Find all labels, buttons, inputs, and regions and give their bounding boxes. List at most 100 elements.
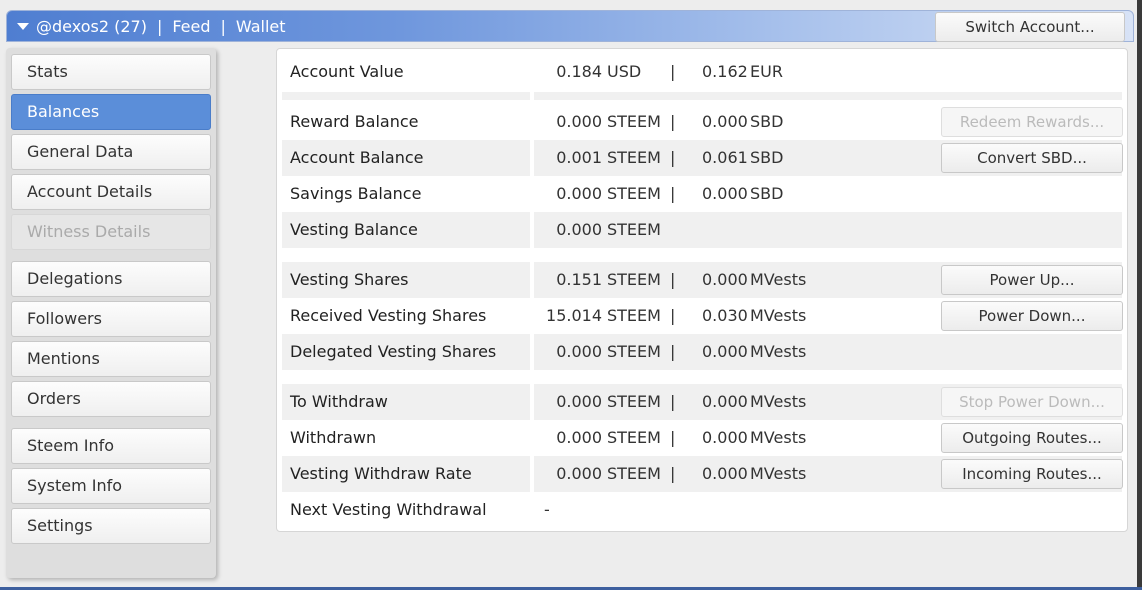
app-window: @dexos2 (27) | Feed | Wallet Switch Acco… — [0, 0, 1142, 590]
amount-secondary: 0.030 — [702, 306, 748, 325]
row-delegated-vesting-shares: Delegated Vesting Shares 0.000 STEEM | 0… — [282, 334, 1122, 370]
amount-primary: 0.000 — [556, 464, 602, 483]
row-account-value: Account Value 0.184 USD | 0.162 EUR — [282, 54, 1122, 90]
amount-primary: 0.000 — [556, 428, 602, 447]
unit-primary: USD — [607, 62, 642, 81]
amount-secondary: 0.000 — [702, 342, 748, 361]
amount-primary: 0.000 — [556, 112, 602, 131]
incoming-routes-button[interactable]: Incoming Routes... — [941, 459, 1123, 489]
value-separator: | — [670, 112, 676, 131]
row-value: 0.000 STEEM | 0.000 MVests — [534, 334, 1122, 370]
row-value: 0.184 USD | 0.162 EUR — [534, 54, 1122, 90]
account-name[interactable]: @dexos2 (27) — [36, 17, 147, 36]
wallet-link[interactable]: Wallet — [236, 17, 286, 36]
row-label: Account Value — [290, 62, 404, 81]
header-separator: | — [220, 17, 226, 36]
value-separator: | — [670, 342, 676, 361]
row-label: Delegated Vesting Shares — [282, 334, 530, 370]
feed-link[interactable]: Feed — [172, 17, 210, 36]
row-label: To Withdraw — [282, 384, 530, 420]
withdrawal-value: - — [544, 500, 550, 519]
convert-sbd-button[interactable]: Convert SBD... — [941, 143, 1123, 173]
sidebar-item-mentions[interactable]: Mentions — [11, 341, 211, 377]
row-next-vesting-withdrawal: Next Vesting Withdrawal - — [282, 492, 1122, 528]
row-withdrawn: Withdrawn 0.000 STEEM | 0.000 MVests Out… — [282, 420, 1123, 456]
amount-secondary: 0.000 — [702, 392, 748, 411]
redeem-rewards-button: Redeem Rewards... — [941, 107, 1123, 137]
sidebar-item-steem-info[interactable]: Steem Info — [11, 428, 211, 464]
unit-primary: STEEM — [607, 342, 661, 361]
row-value: - — [534, 492, 1122, 528]
sidebar: Stats Balances General Data Account Deta… — [6, 48, 216, 578]
sidebar-item-witness-details: Witness Details — [11, 214, 211, 250]
unit-primary: STEEM — [607, 270, 661, 289]
unit-secondary: SBD — [750, 148, 784, 167]
value-separator: | — [670, 62, 676, 81]
unit-primary: STEEM — [607, 464, 661, 483]
amount-secondary: 0.061 — [702, 148, 748, 167]
section-divider — [282, 92, 1122, 100]
amount-primary: 0.000 — [556, 342, 602, 361]
window-edge — [1137, 0, 1142, 590]
sidebar-item-general-data[interactable]: General Data — [11, 134, 211, 170]
row-account-balance: Account Balance 0.001 STEEM | 0.061 SBD … — [282, 140, 1123, 176]
unit-secondary: MVests — [750, 428, 807, 447]
unit-primary: STEEM — [607, 428, 661, 447]
sidebar-item-balances[interactable]: Balances — [11, 94, 211, 130]
unit-secondary: MVests — [750, 342, 807, 361]
sidebar-item-settings[interactable]: Settings — [11, 508, 211, 544]
row-label: Reward Balance — [290, 112, 419, 131]
sidebar-item-delegations[interactable]: Delegations — [11, 261, 211, 297]
row-vesting-balance: Vesting Balance 0.000 STEEM — [282, 212, 1122, 248]
amount-primary: 0.000 — [556, 220, 602, 239]
unit-primary: STEEM — [607, 112, 661, 131]
value-separator: | — [670, 428, 676, 447]
unit-primary: STEEM — [607, 148, 661, 167]
row-label: Vesting Withdraw Rate — [282, 456, 530, 492]
account-header-bar: @dexos2 (27) | Feed | Wallet Switch Acco… — [6, 10, 1134, 42]
collapse-triangle-icon[interactable] — [17, 23, 29, 30]
sidebar-item-account-details[interactable]: Account Details — [11, 174, 211, 210]
value-separator: | — [670, 306, 676, 325]
row-to-withdraw: To Withdraw 0.000 STEEM | 0.000 MVests S… — [282, 384, 1123, 420]
amount-primary: 0.000 — [556, 392, 602, 411]
sidebar-item-orders[interactable]: Orders — [11, 381, 211, 417]
unit-primary: STEEM — [607, 392, 661, 411]
value-separator: | — [670, 270, 676, 289]
row-label: Withdrawn — [290, 428, 377, 447]
amount-primary: 0.000 — [556, 184, 602, 203]
value-separator: | — [670, 148, 676, 167]
switch-account-button[interactable]: Switch Account... — [935, 12, 1125, 42]
unit-secondary: SBD — [750, 184, 784, 203]
unit-primary: STEEM — [607, 306, 661, 325]
unit-primary: STEEM — [607, 184, 661, 203]
sidebar-item-stats[interactable]: Stats — [11, 54, 211, 90]
power-down-button[interactable]: Power Down... — [941, 301, 1123, 331]
amount-secondary: 0.162 — [702, 62, 748, 81]
row-label: Account Balance — [282, 140, 530, 176]
amount-secondary: 0.000 — [702, 428, 748, 447]
row-reward-balance: Reward Balance 0.000 STEEM | 0.000 SBD R… — [282, 104, 1123, 140]
amount-secondary: 0.000 — [702, 112, 748, 131]
amount-primary: 0.184 — [556, 62, 602, 81]
sidebar-item-system-info[interactable]: System Info — [11, 468, 211, 504]
row-label: Vesting Balance — [282, 212, 530, 248]
row-label: Next Vesting Withdrawal — [290, 500, 487, 519]
balances-panel: Account Value 0.184 USD | 0.162 EUR Rewa… — [276, 48, 1128, 532]
unit-secondary: SBD — [750, 112, 784, 131]
amount-secondary: 0.000 — [702, 270, 748, 289]
amount-secondary: 0.000 — [702, 464, 748, 483]
amount-primary: 15.014 — [546, 306, 602, 325]
amount-primary: 0.001 — [556, 148, 602, 167]
unit-secondary: MVests — [750, 464, 807, 483]
unit-secondary: EUR — [750, 62, 783, 81]
row-value: 0.000 STEEM — [534, 212, 1122, 248]
unit-secondary: MVests — [750, 306, 807, 325]
row-vesting-withdraw-rate: Vesting Withdraw Rate 0.000 STEEM | 0.00… — [282, 456, 1123, 492]
outgoing-routes-button[interactable]: Outgoing Routes... — [941, 423, 1123, 453]
amount-secondary: 0.000 — [702, 184, 748, 203]
value-separator: | — [670, 392, 676, 411]
power-up-button[interactable]: Power Up... — [941, 265, 1123, 295]
sidebar-item-followers[interactable]: Followers — [11, 301, 211, 337]
unit-secondary: MVests — [750, 392, 807, 411]
